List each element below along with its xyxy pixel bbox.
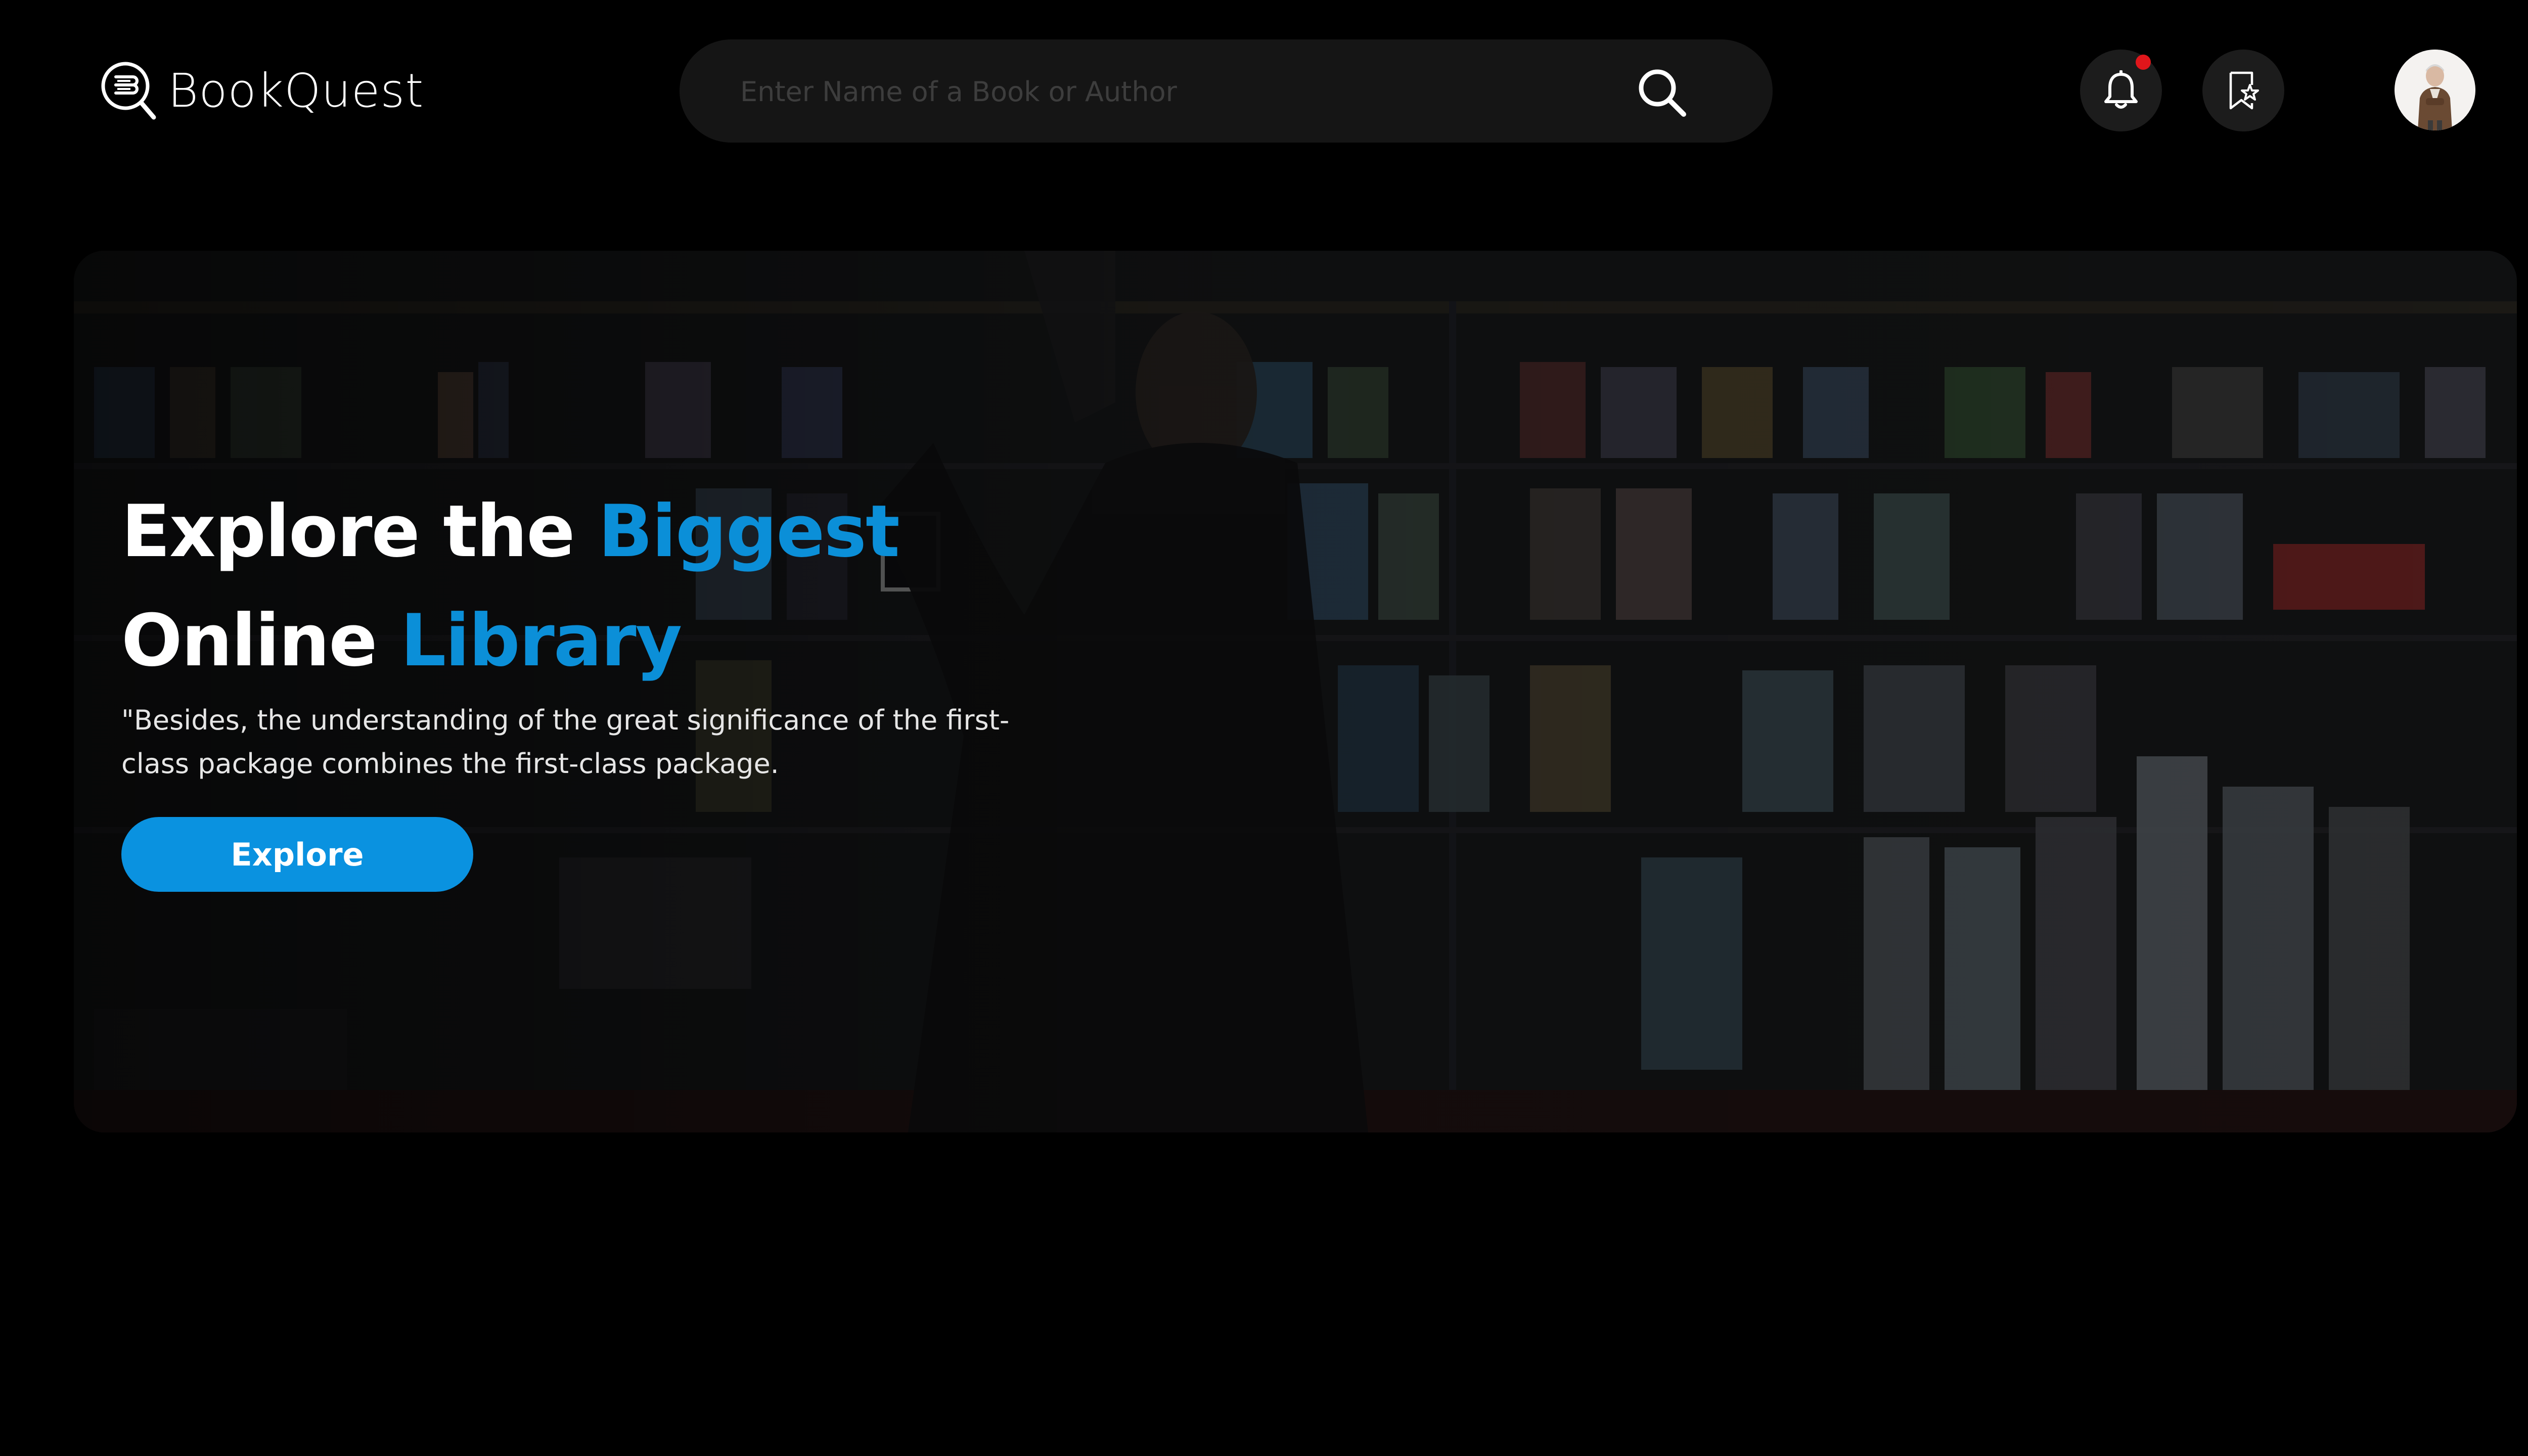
search-bar — [680, 39, 1773, 143]
user-avatar[interactable] — [2395, 50, 2475, 130]
hero-title: Explore the Biggest Online Library — [121, 477, 900, 696]
bell-icon — [2104, 70, 2138, 109]
search-icon[interactable] — [1634, 65, 1690, 120]
app-name: BookQuest — [168, 64, 424, 118]
notification-badge — [2136, 55, 2151, 70]
bookmarks-button[interactable] — [2202, 50, 2284, 131]
bookmark-star-icon — [2229, 71, 2259, 110]
app-logo[interactable]: BookQuest — [99, 60, 424, 122]
explore-button[interactable]: Explore — [121, 817, 473, 892]
hero-title-line2: Online — [121, 599, 400, 682]
book-search-logo-icon — [101, 62, 156, 120]
page: BookQuest Enter Name of a Book or Author… — [0, 0, 2528, 1456]
hero-title-accent-2: Library — [400, 599, 682, 682]
hero-title-accent-1: Biggest — [598, 490, 900, 573]
user-avatar-image — [2395, 50, 2475, 130]
search-input[interactable] — [739, 64, 1601, 119]
hero-title-line1: Explore the — [121, 490, 598, 573]
hero-description: "Besides, the understanding of the great… — [121, 704, 1010, 780]
hero-banner: Explore the Biggest Online Library "Besi… — [74, 251, 2517, 1132]
